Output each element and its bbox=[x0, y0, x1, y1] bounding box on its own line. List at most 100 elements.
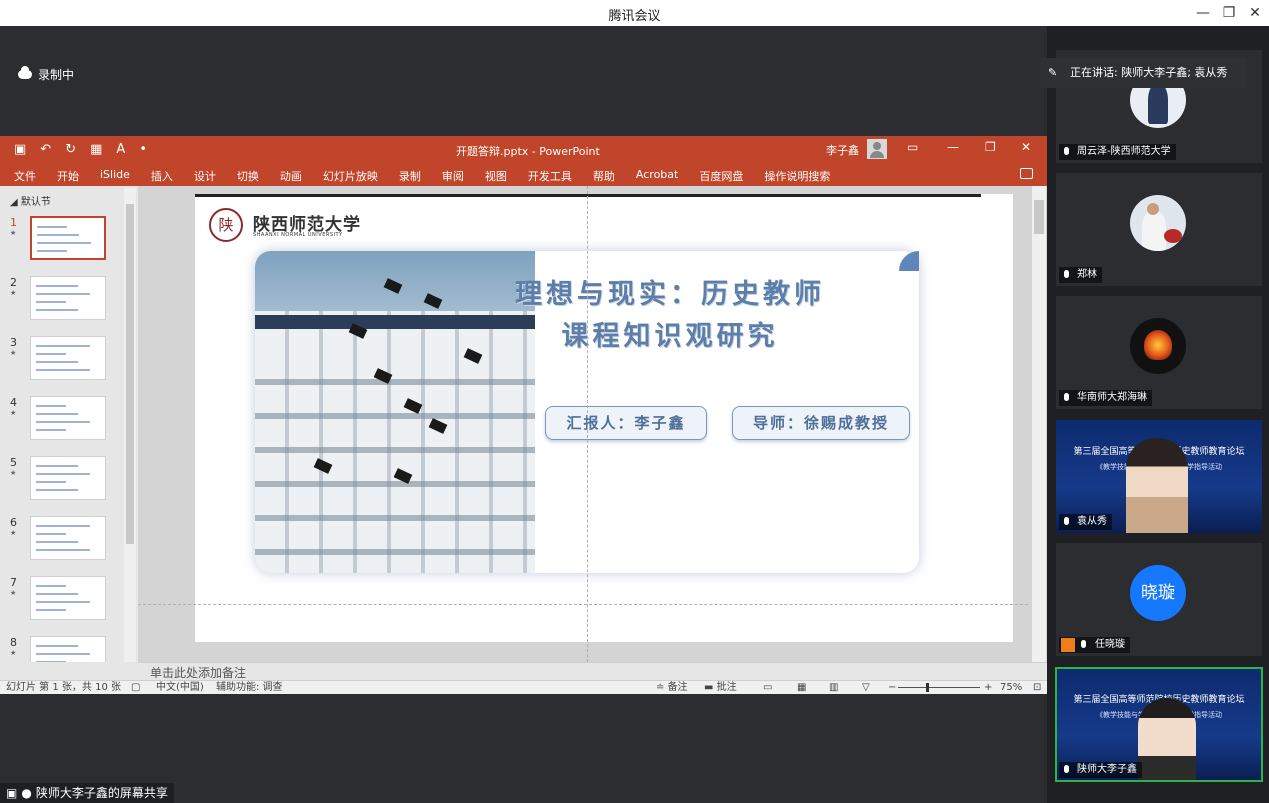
fit-slide-icon[interactable]: ⊡ bbox=[1033, 681, 1041, 694]
spellcheck-icon[interactable]: ▢ bbox=[131, 681, 140, 694]
mic-icon bbox=[1064, 517, 1069, 525]
zoom-in-icon[interactable]: + bbox=[984, 681, 992, 694]
window-titlebar: 腾讯会议 — ❐ ✕ bbox=[0, 0, 1269, 26]
slide-thumbnail[interactable]: 8 ★ bbox=[8, 636, 118, 662]
animation-star-icon: ★ bbox=[10, 409, 17, 417]
ribbon-tab[interactable]: 文件 bbox=[14, 168, 36, 184]
thumbnail-number: 6 bbox=[10, 516, 17, 529]
slideshow-icon[interactable]: ▽ bbox=[862, 681, 870, 694]
slide-thumbnail[interactable]: 3 ★ bbox=[8, 336, 118, 382]
thumbnail-preview bbox=[30, 216, 106, 260]
slide-sorter-icon[interactable]: ▦ bbox=[797, 681, 806, 694]
notes-toggle[interactable]: ≐ 备注 bbox=[656, 681, 688, 694]
comment-icon[interactable] bbox=[1020, 168, 1033, 179]
animation-star-icon: ★ bbox=[10, 349, 17, 357]
undo-icon[interactable]: ↶ bbox=[40, 142, 51, 157]
thumbnails-scrollbar[interactable] bbox=[124, 188, 136, 662]
thumbnail-preview bbox=[30, 336, 106, 380]
quick-access-toolbar: ▣ ↶ ↻ ▦ A • bbox=[14, 142, 147, 157]
animation-star-icon: ★ bbox=[10, 289, 17, 297]
screen-share-icon: ▣ bbox=[6, 786, 18, 800]
close-button[interactable]: ✕ bbox=[1245, 3, 1265, 23]
thumbnail-number: 5 bbox=[10, 456, 17, 469]
thumbnail-preview bbox=[30, 276, 106, 320]
ribbon-tab[interactable]: 切换 bbox=[237, 168, 259, 184]
ribbon-tab[interactable]: Acrobat bbox=[636, 168, 678, 184]
animation-star-icon: ★ bbox=[10, 589, 17, 597]
ribbon-tab[interactable]: iSlide bbox=[100, 168, 130, 184]
zoom-out-icon[interactable]: − bbox=[888, 681, 896, 694]
account-avatar[interactable] bbox=[867, 139, 887, 159]
slide-thumbnail[interactable]: 1 ★ bbox=[8, 216, 118, 262]
customize-icon[interactable]: • bbox=[139, 142, 147, 157]
ribbon-tab[interactable]: 动画 bbox=[280, 168, 302, 184]
animation-star-icon: ★ bbox=[10, 469, 17, 477]
accessibility-status[interactable]: 辅助功能: 调查 bbox=[216, 681, 283, 694]
ribbon-display-icon[interactable]: ▭ bbox=[907, 140, 918, 154]
participant-name: 任晓璇 bbox=[1059, 637, 1130, 653]
redo-icon[interactable]: ↻ bbox=[65, 142, 76, 157]
account-name[interactable]: 李子鑫 bbox=[826, 142, 859, 158]
ribbon-tab[interactable]: 插入 bbox=[151, 168, 173, 184]
participant-avatar: 晓璇 bbox=[1130, 565, 1186, 621]
animation-star-icon: ★ bbox=[10, 229, 17, 237]
tell-me-search[interactable]: 操作说明搜索 bbox=[764, 168, 830, 184]
horizontal-guide bbox=[138, 604, 1028, 605]
zoom-slider-handle[interactable] bbox=[926, 683, 929, 692]
slide-thumbnail[interactable]: 7 ★ bbox=[8, 576, 118, 622]
notes-pane[interactable]: 单击此处添加备注 bbox=[138, 662, 1047, 680]
normal-view-icon[interactable]: ▭ bbox=[763, 681, 772, 694]
ribbon-tabs: 文件 开始 iSlide 插入 设计 切换 动画 幻灯片放映 录制 审阅 视图 开发工具 帮助 Acrob… bbox=[14, 168, 851, 184]
slide-editor: 陕 陕西师范大学 SHAANXI NORMAL UNIVERSITY 理想与现实… bbox=[138, 186, 1047, 662]
recording-indicator[interactable]: 录制中 bbox=[18, 66, 74, 83]
thumbnail-preview bbox=[30, 516, 106, 560]
ppt-restore-icon[interactable]: ❐ bbox=[985, 140, 996, 154]
participant-name: 袁从秀 bbox=[1059, 514, 1112, 530]
participant-tile[interactable]: 晓璇 任晓璇 bbox=[1056, 543, 1262, 656]
zoom-slider[interactable] bbox=[898, 687, 980, 688]
ppt-close-icon[interactable]: ✕ bbox=[1021, 140, 1031, 154]
ribbon-tab[interactable]: 百度网盘 bbox=[699, 168, 743, 184]
ribbon-tab[interactable]: 幻灯片放映 bbox=[323, 168, 378, 184]
participant-person bbox=[1126, 438, 1188, 533]
notes-placeholder: 单击此处添加备注 bbox=[150, 666, 247, 680]
ribbon-tab[interactable]: 开发工具 bbox=[528, 168, 572, 184]
language-status[interactable]: 中文(中国) bbox=[156, 681, 204, 694]
animation-star-icon: ★ bbox=[10, 649, 17, 657]
slide-thumbnail[interactable]: 4 ★ bbox=[8, 396, 118, 442]
ribbon-tab[interactable]: 录制 bbox=[399, 168, 421, 184]
mic-icon bbox=[1064, 147, 1069, 155]
participant-tile[interactable]: 郑林 bbox=[1056, 173, 1262, 286]
participant-video-tile[interactable]: 第三届全国高等师范院校历史教师教育论坛 《教学技能与学科育人》暨教学指导活动 袁… bbox=[1056, 420, 1262, 533]
active-speaker-border bbox=[1055, 667, 1263, 782]
editor-scrollbar[interactable] bbox=[1032, 186, 1046, 662]
ribbon-tab[interactable]: 帮助 bbox=[593, 168, 615, 184]
restore-button[interactable]: ❐ bbox=[1219, 3, 1239, 23]
screen-share-label: ▣ ● 陕师大李子鑫的屏幕共享 bbox=[0, 783, 174, 803]
recording-label: 录制中 bbox=[38, 68, 75, 82]
slide-canvas[interactable]: 陕 陕西师范大学 SHAANXI NORMAL UNIVERSITY 理想与现实… bbox=[195, 194, 1013, 642]
participant-tile[interactable]: 华南师大郑海琳 bbox=[1056, 296, 1262, 409]
save-icon[interactable]: ▣ bbox=[14, 142, 26, 157]
slide-thumbnail[interactable]: 2 ★ bbox=[8, 276, 118, 322]
share-stage: 录制中 ▣ ↶ ↻ ▦ A • 开题答辩.pptx - PowerPoint 李… bbox=[0, 26, 1047, 803]
reading-view-icon[interactable]: ▥ bbox=[829, 681, 838, 694]
present-icon[interactable]: ▦ bbox=[90, 142, 102, 157]
ribbon-tab[interactable]: 开始 bbox=[57, 168, 79, 184]
comments-toggle[interactable]: ▬ 批注 bbox=[704, 681, 737, 694]
font-color-icon[interactable]: A bbox=[116, 142, 125, 157]
ribbon-tab[interactable]: 设计 bbox=[194, 168, 216, 184]
ribbon-tab[interactable]: 视图 bbox=[485, 168, 507, 184]
vertical-guide bbox=[587, 186, 588, 662]
ppt-title-ribbon: ▣ ↶ ↻ ▦ A • 开题答辩.pptx - PowerPoint 李子鑫 ▭… bbox=[0, 136, 1047, 186]
advisor-label: 导师：徐赐成教授 bbox=[732, 406, 910, 440]
ribbon-tab[interactable]: 审阅 bbox=[442, 168, 464, 184]
slide-thumbnail[interactable]: 5 ★ bbox=[8, 456, 118, 502]
slide-thumbnail[interactable]: 6 ★ bbox=[8, 516, 118, 562]
section-label[interactable]: ◢ 默认节 bbox=[10, 193, 51, 208]
thumbnail-preview bbox=[30, 576, 106, 620]
minimize-button[interactable]: — bbox=[1193, 3, 1213, 23]
participant-name: 周云泽-陕西师范大学 bbox=[1059, 144, 1176, 160]
ppt-minimize-icon[interactable]: — bbox=[947, 140, 959, 154]
zoom-level[interactable]: 75% bbox=[1000, 681, 1022, 694]
